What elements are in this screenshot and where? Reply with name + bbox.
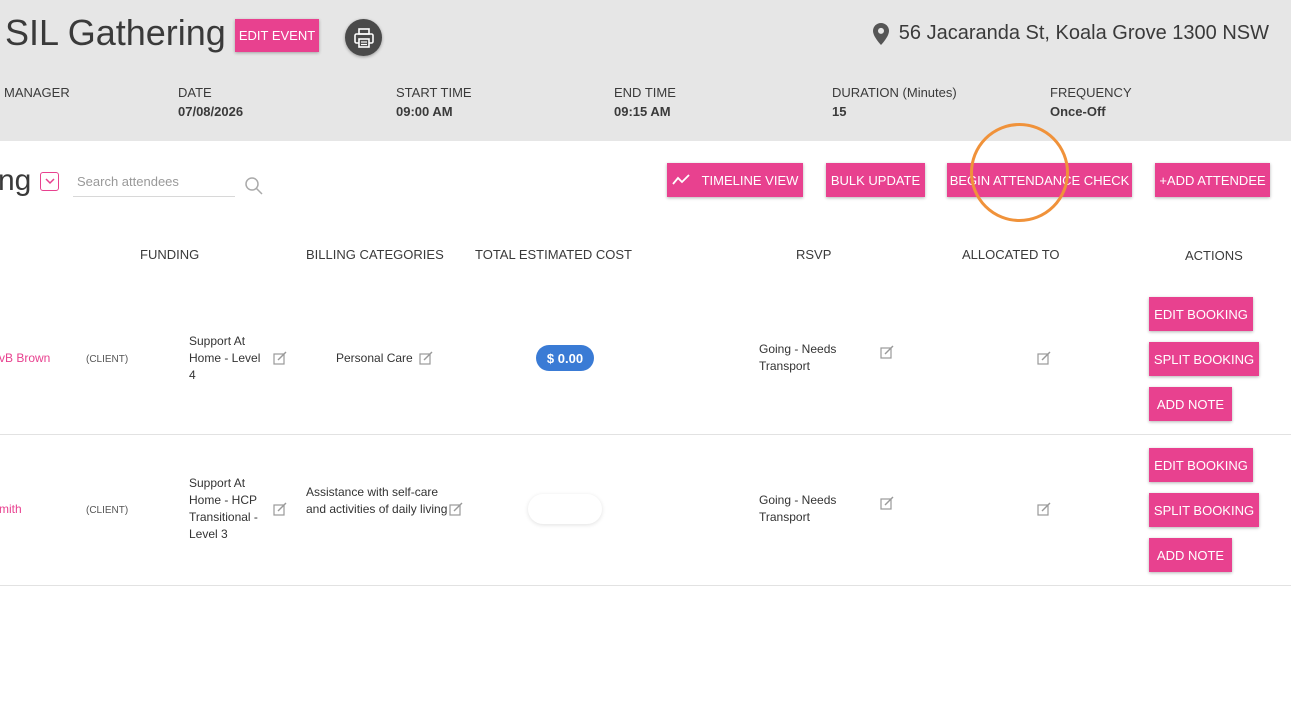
edit-icon[interactable] (1037, 351, 1051, 365)
edit-icon[interactable] (880, 345, 894, 359)
timeline-view-label: TIMELINE VIEW (701, 172, 799, 188)
search-field (73, 167, 235, 197)
column-header-rsvp: RSVP (796, 247, 832, 262)
search-icon[interactable] (244, 176, 264, 196)
frequency-value: Once-Off (1050, 104, 1106, 119)
event-title: SIL Gathering (5, 12, 226, 53)
duration-value: 15 (832, 104, 847, 119)
end-time-value: 09:15 AM (614, 104, 671, 119)
billing-category-value: Personal Care (336, 351, 413, 365)
event-header: SIL Gathering EDIT EVENT 56 Jacaranda St… (0, 0, 1291, 141)
frequency-label: FREQUENCY (1050, 85, 1132, 100)
edit-booking-button[interactable]: EDIT BOOKING (1149, 297, 1253, 331)
date-value: 07/08/2026 (178, 104, 244, 119)
meta-frequency: FREQUENCY Once-Off (1050, 85, 1132, 119)
edit-booking-button[interactable]: EDIT BOOKING (1149, 448, 1253, 482)
bulk-update-button[interactable]: BULK UPDATE (826, 163, 925, 197)
column-header-actions: ACTIONS (1185, 248, 1243, 263)
funding-value: Support At Home - HCP Transitional - Lev… (189, 476, 258, 541)
edit-icon[interactable] (273, 351, 287, 365)
duration-label: DURATION (Minutes) (832, 85, 957, 100)
column-header-allocated-to: ALLOCATED TO (962, 247, 1060, 262)
attendee-type: (CLIENT) (86, 505, 129, 516)
date-label: DATE (178, 85, 212, 100)
trend-line-icon (671, 174, 690, 185)
event-location: 56 Jacaranda St, Koala Grove 1300 NSW (872, 22, 1269, 45)
search-input[interactable] (73, 167, 235, 195)
manager-label: MANAGER (4, 85, 70, 100)
print-button[interactable] (345, 19, 382, 56)
edit-icon[interactable] (449, 502, 463, 516)
column-header-total-estimated-cost: TOTAL ESTIMATED COST (475, 247, 632, 262)
split-booking-button[interactable]: SPLIT BOOKING (1149, 342, 1259, 376)
column-header-funding: FUNDING (140, 247, 200, 262)
table-row: mith (CLIENT) Support At Home - HCP Tran… (0, 435, 1291, 586)
funding-value: Support At Home - Level 4 (189, 334, 261, 382)
start-time-value: 09:00 AM (396, 104, 453, 119)
timeline-view-button[interactable]: TIMELINE VIEW (667, 163, 803, 197)
edit-icon[interactable] (419, 351, 433, 365)
attendee-type: (CLIENT) (86, 354, 129, 365)
cost-badge: $ 0.00 (536, 345, 594, 371)
chevron-down-icon (44, 178, 55, 185)
edit-icon[interactable] (1037, 502, 1051, 516)
end-time-label: END TIME (614, 85, 676, 100)
billing-category-value: Assistance with self-care and activities… (306, 485, 448, 516)
split-booking-button[interactable]: SPLIT BOOKING (1149, 493, 1259, 527)
table-row: vB Brown (CLIENT) Support At Home - Leve… (0, 284, 1291, 435)
edit-icon[interactable] (273, 502, 287, 516)
attendee-name-link[interactable]: mith (0, 501, 22, 518)
attendee-name-link[interactable]: vB Brown (0, 350, 50, 367)
location-text: 56 Jacaranda St, Koala Grove 1300 NSW (898, 22, 1269, 44)
add-note-button[interactable]: ADD NOTE (1149, 538, 1232, 572)
cost-badge (528, 494, 602, 524)
meta-duration: DURATION (Minutes) 15 (832, 85, 957, 119)
add-note-button[interactable]: ADD NOTE (1149, 387, 1232, 421)
column-header-billing-categories: BILLING CATEGORIES (306, 247, 444, 262)
edit-icon[interactable] (880, 496, 894, 510)
rsvp-value: Going - Needs Transport (759, 342, 837, 373)
location-pin-icon (872, 22, 889, 45)
meta-manager: MANAGER (4, 85, 70, 100)
printer-icon (353, 27, 374, 48)
section-title: ng (0, 164, 32, 197)
meta-end-time: END TIME 09:15 AM (614, 85, 676, 119)
rsvp-value: Going - Needs Transport (759, 493, 837, 524)
meta-date: DATE 07/08/2026 (178, 85, 243, 119)
meta-start-time: START TIME 09:00 AM (396, 85, 472, 119)
attendee-filter-dropdown[interactable] (40, 172, 59, 191)
start-time-label: START TIME (396, 85, 472, 100)
edit-event-button[interactable]: EDIT EVENT (235, 19, 319, 52)
add-attendee-button[interactable]: +ADD ATTENDEE (1155, 163, 1270, 197)
begin-attendance-check-button[interactable]: BEGIN ATTENDANCE CHECK (947, 163, 1132, 197)
